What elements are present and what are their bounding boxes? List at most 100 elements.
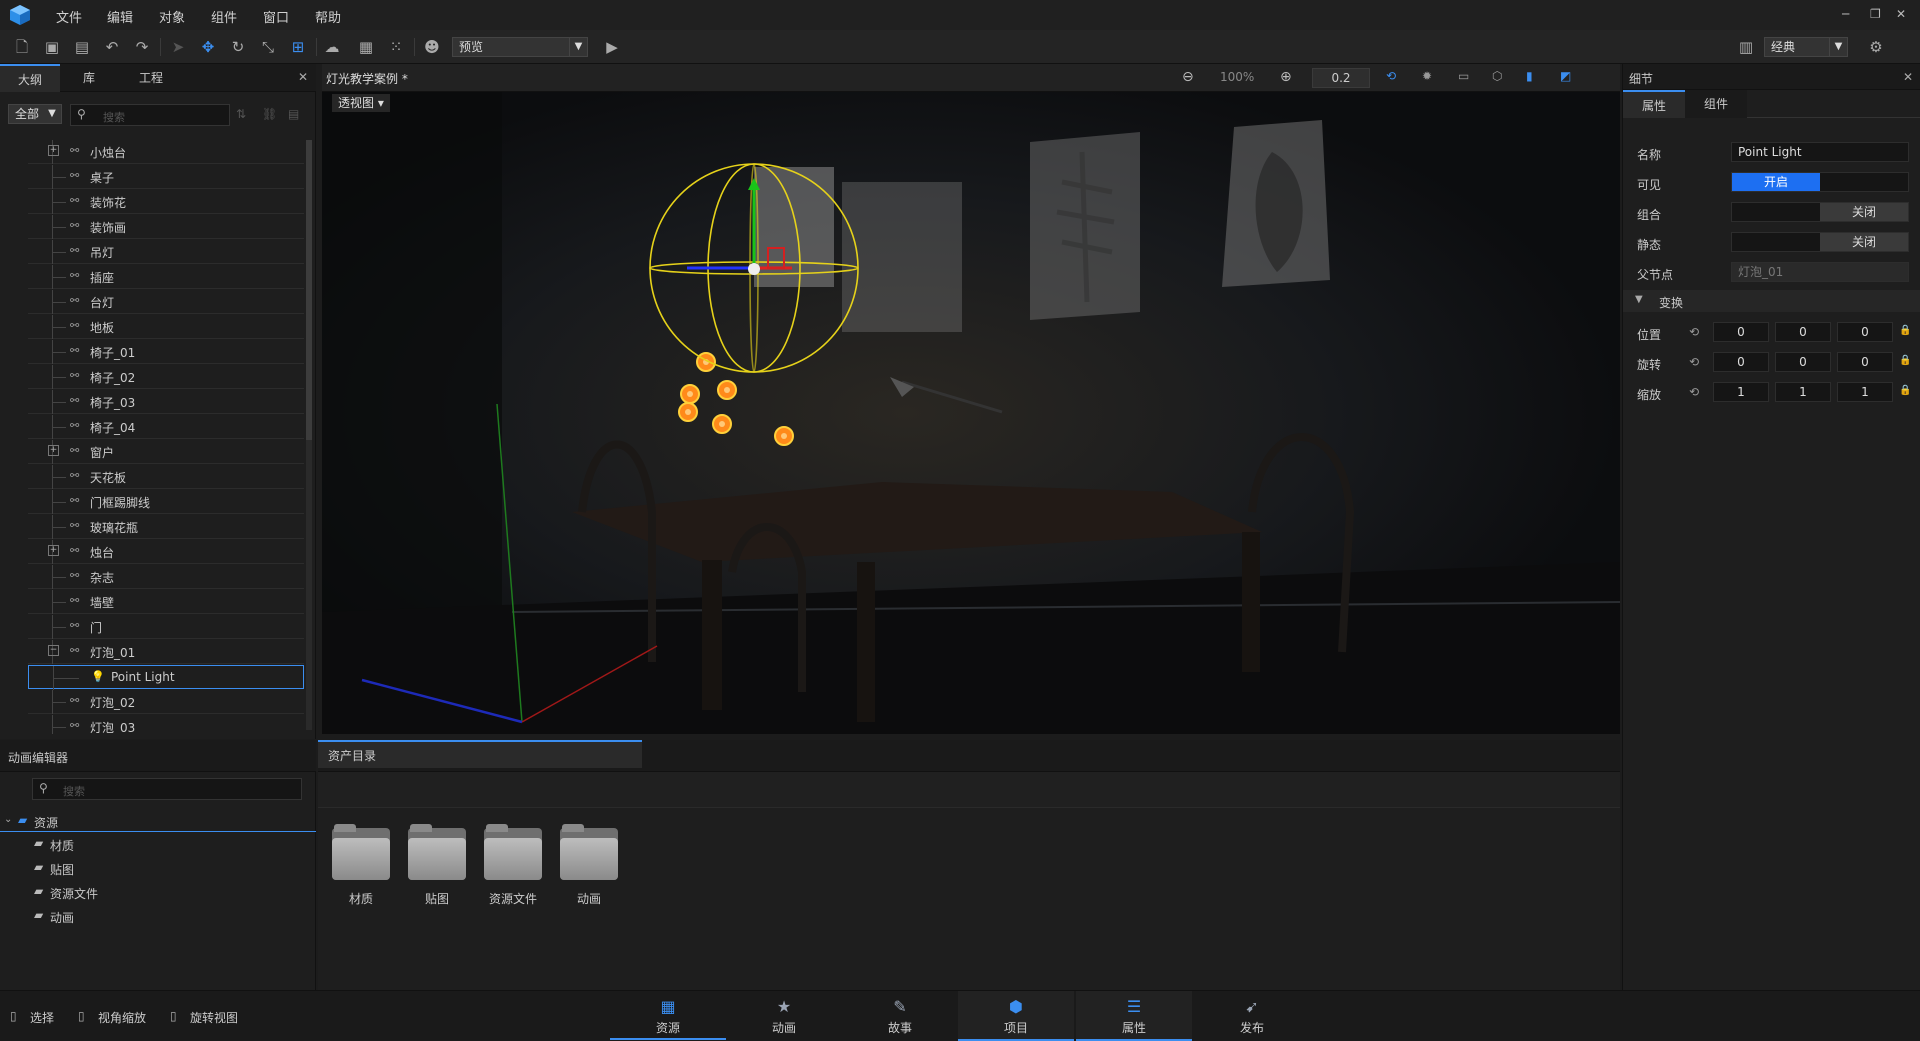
transform-scale-z-field[interactable]: 1 — [1837, 382, 1893, 402]
redo-icon[interactable]: ↷ — [132, 37, 152, 57]
menu-help[interactable]: 帮助 — [315, 7, 341, 26]
restore-icon[interactable]: ❐ — [1870, 7, 1881, 21]
tab-project[interactable]: 工程 — [118, 64, 184, 92]
tab-asset-directory[interactable]: 资产目录 — [318, 740, 642, 768]
bottom-tab-story[interactable]: ✎ 故事 — [842, 991, 958, 1041]
tree-item[interactable]: ⚯ 椅子_01 — [28, 340, 304, 364]
tab-outline[interactable]: 大纲 — [0, 64, 60, 92]
cloud-icon[interactable]: ☁ — [322, 37, 342, 57]
tree-item[interactable]: ⚯ 灯泡_02 — [28, 690, 304, 714]
undo-icon[interactable]: ↶ — [102, 37, 122, 57]
tree-item[interactable]: ⚯ 天花板 — [28, 465, 304, 489]
outline-scrollbar[interactable] — [306, 140, 312, 730]
visible-toggle[interactable]: 开启 — [1731, 172, 1909, 192]
transform-position-x-field[interactable]: 0 — [1713, 322, 1769, 342]
pivot-tool-icon[interactable]: ⊞ — [288, 37, 308, 57]
tree-item[interactable]: ⚯ 装饰画 — [28, 215, 304, 239]
tree-item[interactable]: + ⚯ 小烛台 — [28, 140, 304, 164]
tree-item[interactable]: ⚯ 桌子 — [28, 165, 304, 189]
anim-search[interactable]: ⚲ 搜索 — [32, 778, 302, 800]
expand-toggle-icon[interactable]: + — [48, 145, 59, 156]
cube-icon[interactable]: ⬡ — [1492, 69, 1502, 83]
grid-icon[interactable]: ▦ — [356, 37, 376, 57]
camera-icon[interactable]: ▭ — [1458, 69, 1469, 83]
asset-folder-material[interactable]: 材质 — [330, 824, 392, 907]
light-icon[interactable]: ✹ — [1422, 69, 1432, 83]
view-mode-select[interactable]: 透视图 ▾ — [332, 94, 390, 112]
tree-item[interactable]: ⚯ 吊灯 — [28, 240, 304, 264]
name-field[interactable]: Point Light — [1731, 142, 1909, 162]
expand-toggle-icon[interactable]: − — [48, 645, 59, 656]
sort-icon[interactable]: ⇅ — [236, 107, 246, 121]
reset-icon[interactable]: ⟲ — [1689, 385, 1699, 399]
tree-item[interactable]: ⚯ 玻璃花瓶 — [28, 515, 304, 539]
asset-folder-resources[interactable]: 资源文件 — [482, 824, 544, 907]
lock-icon[interactable]: 🔒 — [1899, 385, 1911, 396]
zoom-in-icon[interactable]: ⊕ — [1280, 69, 1292, 85]
gradient-icon[interactable]: ◩ — [1560, 69, 1571, 83]
outline-search[interactable]: ⚲ 搜索 — [70, 104, 230, 126]
tree-item[interactable]: 💡 Point Light — [28, 665, 304, 690]
tab-components[interactable]: 组件 — [1685, 90, 1747, 118]
tree-item[interactable]: ⚯ 门框踢脚线 — [28, 490, 304, 514]
play-icon[interactable]: ▶ — [602, 37, 622, 57]
bucket-icon[interactable]: ▮ — [1526, 69, 1533, 83]
rotate-tool-icon[interactable]: ↻ — [228, 37, 248, 57]
menu-window[interactable]: 窗口 — [263, 7, 289, 26]
static-toggle[interactable]: 关闭 — [1731, 232, 1909, 252]
close-icon[interactable]: ✕ — [1903, 70, 1913, 84]
new-file-icon[interactable]: 🗋 — [12, 37, 32, 57]
transform-rotation-z-field[interactable]: 0 — [1837, 352, 1893, 372]
tree-item[interactable]: ⚯ 杂志 — [28, 565, 304, 589]
close-icon[interactable]: ✕ — [1896, 7, 1906, 21]
lock-icon[interactable]: 🔒 — [1899, 355, 1911, 366]
zoom-out-icon[interactable]: ⊖ — [1182, 69, 1194, 85]
transform-position-y-field[interactable]: 0 — [1775, 322, 1831, 342]
tab-properties[interactable]: 属性 — [1623, 90, 1685, 118]
preview-select[interactable]: 预览 ▼ — [452, 37, 588, 57]
bottom-tab-animation[interactable]: ★ 动画 — [726, 991, 842, 1041]
filter-icon[interactable]: ▤ — [288, 107, 299, 121]
dot-grid-icon[interactable]: ⁙ — [386, 37, 406, 57]
snap-value-field[interactable]: 0.2 — [1312, 68, 1370, 88]
tree-root-resources[interactable]: ⌄ ▰ 资源 — [0, 810, 316, 832]
tree-item[interactable]: ⚯ 椅子_02 — [28, 365, 304, 389]
transform-scale-x-field[interactable]: 1 — [1713, 382, 1769, 402]
settings-icon[interactable]: ⚙ — [1866, 37, 1886, 57]
bottom-tab-publish[interactable]: ➹ 发布 — [1194, 991, 1310, 1041]
menu-edit[interactable]: 编辑 — [107, 7, 133, 26]
layout-icon[interactable]: ▥ — [1736, 37, 1756, 57]
save-all-icon[interactable]: ▤ — [72, 37, 92, 57]
select-tool-icon[interactable]: ➤ — [168, 37, 188, 57]
tree-item[interactable]: ⚯ 台灯 — [28, 290, 304, 314]
bottom-tab-project[interactable]: ⬢ 项目 — [958, 991, 1074, 1041]
scene-canvas[interactable]: 透视图 ▾ — [322, 92, 1620, 734]
save-icon[interactable]: ▣ — [42, 37, 62, 57]
transform-rotation-x-field[interactable]: 0 — [1713, 352, 1769, 372]
close-icon[interactable]: ✕ — [298, 70, 308, 84]
tree-item[interactable]: + ⚯ 烛台 — [28, 540, 304, 564]
scale-tool-icon[interactable]: ⤡ — [258, 37, 278, 57]
link-icon[interactable]: ⛓ — [262, 107, 277, 121]
tree-item[interactable]: − ⚯ 灯泡_01 — [28, 640, 304, 664]
menu-component[interactable]: 组件 — [211, 7, 237, 26]
tree-item[interactable]: + ⚯ 窗户 — [28, 440, 304, 464]
move-tool-icon[interactable]: ✥ — [198, 37, 218, 57]
expand-toggle-icon[interactable]: + — [48, 445, 59, 456]
tree-item[interactable]: ⚯ 灯泡_03 — [28, 715, 304, 734]
asset-folder-animation[interactable]: 动画 — [558, 824, 620, 907]
tree-item[interactable]: ⚯ 椅子_03 — [28, 390, 304, 414]
filter-select[interactable]: 全部 ▼ — [8, 104, 62, 124]
transform-rotation-y-field[interactable]: 0 — [1775, 352, 1831, 372]
menu-file[interactable]: 文件 — [56, 7, 82, 26]
sync-icon[interactable]: ⟲ — [1386, 69, 1396, 83]
lock-icon[interactable]: 🔒 — [1899, 325, 1911, 336]
user-icon[interactable]: ☻ — [422, 37, 442, 57]
tree-item[interactable]: ⚯ 墙壁 — [28, 590, 304, 614]
minimize-icon[interactable]: ─ — [1842, 7, 1849, 21]
bottom-tab-properties[interactable]: ☰ 属性 — [1076, 991, 1192, 1041]
layout-select[interactable]: 经典 ▼ — [1764, 37, 1848, 57]
reset-icon[interactable]: ⟲ — [1689, 325, 1699, 339]
tree-item[interactable]: ⚯ 椅子_04 — [28, 415, 304, 439]
asset-folder-texture[interactable]: 贴图 — [406, 824, 468, 907]
